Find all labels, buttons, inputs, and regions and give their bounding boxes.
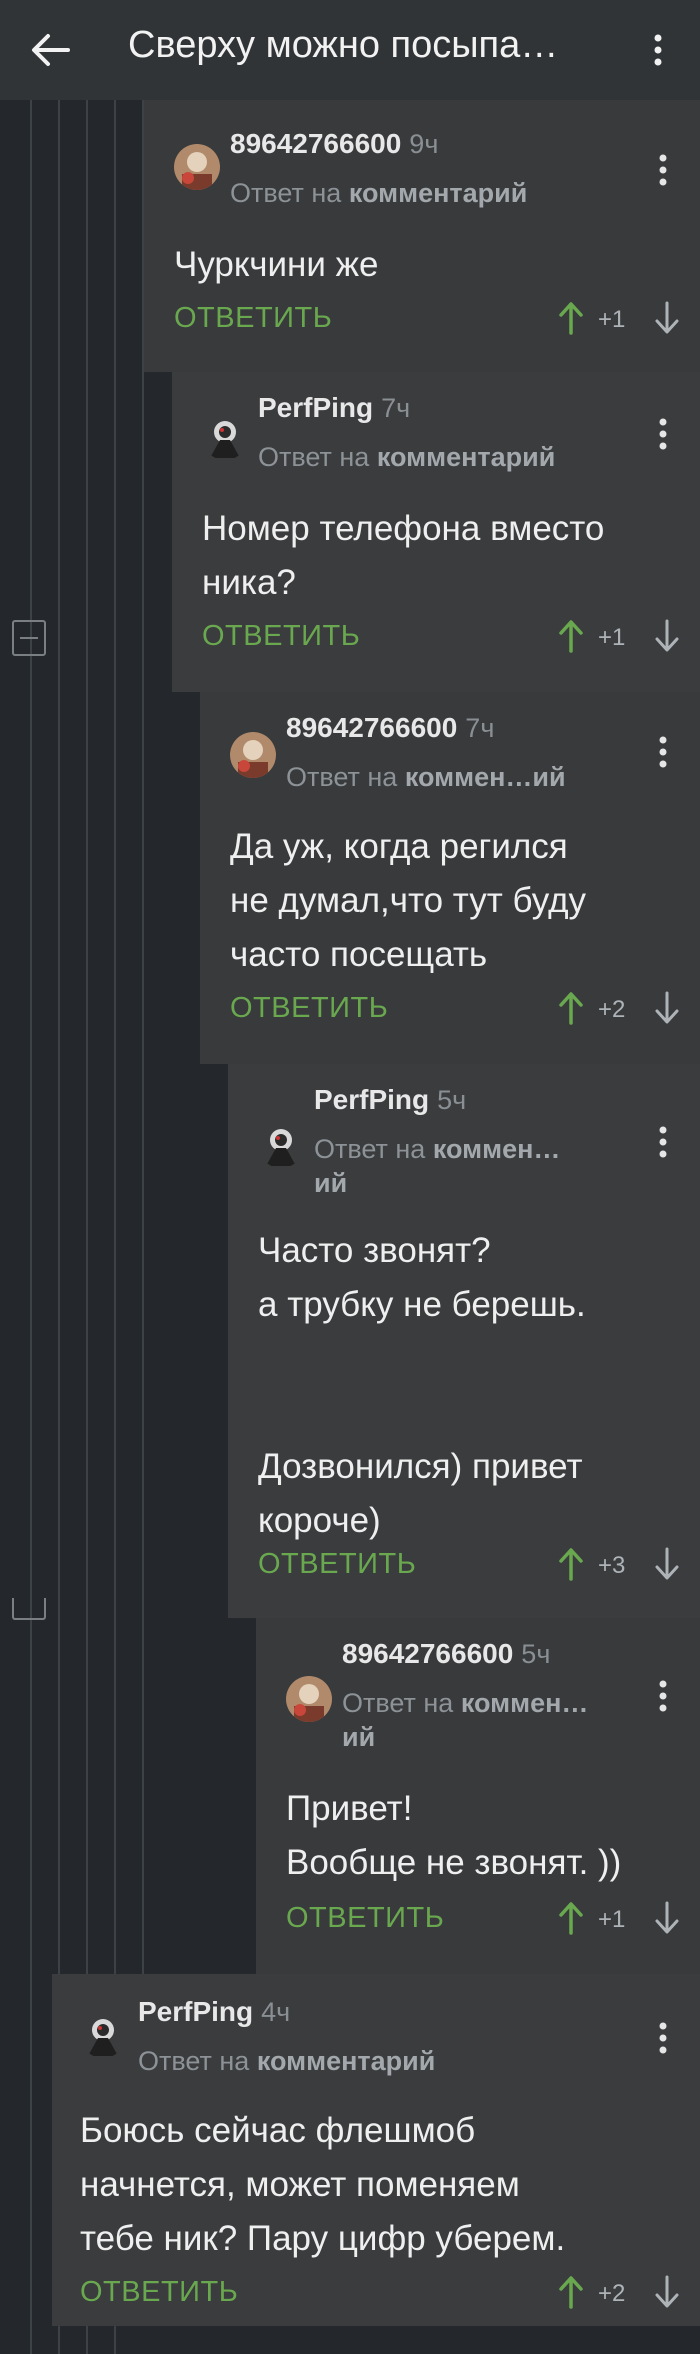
comment-text: Боюсь сейчас флешмоб начнется, может пом… (80, 2111, 566, 2258)
comment-time: 5ч (437, 1085, 467, 1115)
vote-score: +1 (598, 624, 626, 651)
avatar[interactable] (258, 1122, 304, 1168)
avatar[interactable] (80, 2012, 126, 2058)
downvote-arrow-icon[interactable] (654, 300, 680, 336)
thread-line[interactable] (142, 100, 144, 1980)
reply-target-link[interactable]: комментарий (349, 178, 528, 208)
more-vertical-icon[interactable] (656, 414, 670, 454)
comment-text: Часто звонят? а трубку не берешь. Дозвон… (258, 1231, 586, 1540)
more-vertical-icon[interactable] (656, 2018, 670, 2058)
comment-text: Чуркчини же (174, 245, 379, 284)
comment-card: PerfPing 4ч Ответ на комментарий Боюсь се… (52, 1974, 700, 2326)
reply-button[interactable]: ОТВЕТИТЬ (202, 620, 360, 653)
reply-info: Ответ на комментарий (138, 2046, 436, 2076)
vote-score: +1 (598, 306, 626, 333)
collapse-thread-bracket-icon[interactable] (12, 1598, 46, 1620)
downvote-arrow-icon[interactable] (654, 990, 680, 1026)
reply-info: Ответ на комментарий (258, 442, 556, 472)
upvote-arrow-icon[interactable] (558, 1900, 584, 1936)
downvote-arrow-icon[interactable] (654, 1900, 680, 1936)
more-vertical-icon[interactable] (644, 30, 672, 70)
comment-card: 89642766600 5ч Ответ на коммен… ий Привет… (256, 1618, 700, 1974)
comment-card: 89642766600 7ч Ответ на коммен…ий Да уж, … (200, 692, 700, 1064)
comment-time: 7ч (381, 393, 411, 423)
avatar[interactable] (174, 144, 220, 190)
more-vertical-icon[interactable] (656, 150, 670, 190)
comment-author[interactable]: 89642766600 5ч (342, 1638, 550, 1670)
avatar[interactable] (230, 732, 276, 778)
upvote-arrow-icon[interactable] (558, 300, 584, 336)
comment-text: Номер телефона вместо ника? (202, 509, 605, 602)
comment-author[interactable]: PerfPing 5ч (314, 1084, 466, 1116)
reply-info: Ответ на коммен… ий (342, 1688, 589, 1752)
comment-card: PerfPing 5ч Ответ на коммен… ий Часто зво… (228, 1064, 700, 1618)
avatar[interactable] (286, 1676, 332, 1722)
vote-score: +1 (598, 1906, 626, 1933)
downvote-arrow-icon[interactable] (654, 618, 680, 654)
reply-target-link[interactable]: коммен…ий (405, 762, 566, 792)
upvote-arrow-icon[interactable] (558, 990, 584, 1026)
comment-author[interactable]: PerfPing 7ч (258, 392, 410, 424)
reply-button[interactable]: ОТВЕТИТЬ (80, 2276, 238, 2309)
reply-target-link[interactable]: комментарий (257, 2046, 436, 2076)
comment-card: PerfPing 7ч Ответ на комментарий Номер те… (172, 372, 700, 692)
vote-score: +2 (598, 996, 626, 1023)
upvote-arrow-icon[interactable] (558, 1546, 584, 1582)
comment-text: Да уж, когда регился не думал,что тут бу… (230, 827, 586, 974)
upvote-arrow-icon[interactable] (558, 2274, 584, 2310)
reply-info: Ответ на комментарий (230, 178, 528, 208)
collapse-thread-icon[interactable] (12, 620, 46, 656)
vote-control: +1 (558, 1900, 688, 1940)
more-vertical-icon[interactable] (656, 732, 670, 772)
comment-time: 5ч (521, 1639, 551, 1669)
comment-time: 7ч (465, 713, 495, 743)
comment-author[interactable]: 89642766600 9ч (230, 128, 438, 160)
comment-time: 9ч (409, 129, 439, 159)
vote-control: +1 (558, 300, 688, 340)
reply-button[interactable]: ОТВЕТИТЬ (230, 992, 388, 1025)
vote-control: +1 (558, 618, 688, 658)
reply-target-link[interactable]: комментарий (377, 442, 556, 472)
comment-card: 89642766600 9ч Ответ на комментарий Чуркч… (144, 100, 700, 372)
arrow-left-icon[interactable] (28, 30, 72, 70)
downvote-arrow-icon[interactable] (654, 2274, 680, 2310)
app-bar: Сверху можно посыпа… (0, 0, 700, 100)
comment-author[interactable]: 89642766600 7ч (286, 712, 494, 744)
comment-time: 4ч (261, 1997, 291, 2027)
vote-score: +2 (598, 2280, 626, 2307)
downvote-arrow-icon[interactable] (654, 1546, 680, 1582)
vote-control: +3 (558, 1546, 688, 1586)
comment-author[interactable]: PerfPing 4ч (138, 1996, 290, 2028)
vote-control: +2 (558, 990, 688, 1030)
vote-score: +3 (598, 1552, 626, 1579)
comment-text: Привет! Вообще не звонят. )) (286, 1789, 622, 1882)
avatar[interactable] (202, 414, 248, 460)
thread-line[interactable] (30, 100, 32, 2354)
reply-button[interactable]: ОТВЕТИТЬ (258, 1548, 416, 1581)
upvote-arrow-icon[interactable] (558, 618, 584, 654)
more-vertical-icon[interactable] (656, 1122, 670, 1162)
reply-info: Ответ на коммен… ий (314, 1134, 561, 1198)
reply-button[interactable]: ОТВЕТИТЬ (286, 1902, 444, 1935)
vote-control: +2 (558, 2274, 688, 2314)
page-title: Сверху можно посыпа… (128, 24, 559, 66)
reply-button[interactable]: ОТВЕТИТЬ (174, 302, 332, 335)
more-vertical-icon[interactable] (656, 1676, 670, 1716)
reply-info: Ответ на коммен…ий (286, 762, 566, 792)
